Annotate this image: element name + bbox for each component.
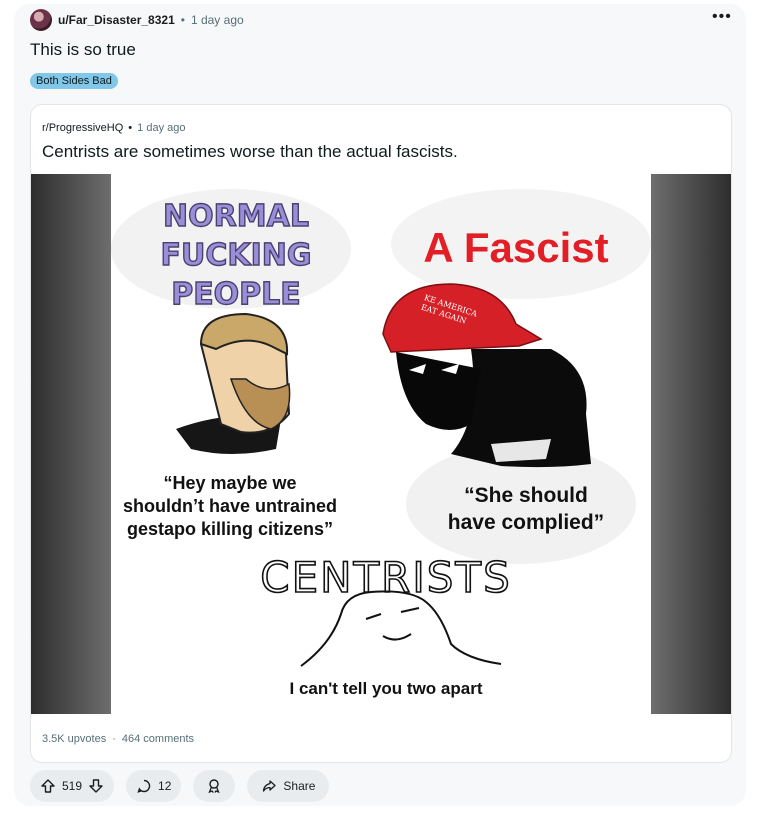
crosspost-time: 1 day ago <box>137 122 186 134</box>
more-options-icon[interactable]: ••• <box>712 8 732 26</box>
vote-count: 519 <box>62 779 83 793</box>
action-bar: 519 12 Share <box>30 770 330 802</box>
upvote-icon[interactable] <box>40 778 56 794</box>
right-quote-line-1: “She should <box>464 484 588 507</box>
post-time: 1 day ago <box>190 13 244 27</box>
avatar[interactable] <box>30 9 52 31</box>
share-label: Share <box>283 779 316 793</box>
comments-button[interactable]: 12 <box>126 770 182 802</box>
post-title[interactable]: This is so true <box>30 40 136 60</box>
left-heading-line-1: NORMAL <box>163 199 309 234</box>
author-link[interactable]: u/Far_Disaster_8321 <box>58 13 175 27</box>
left-heading-line-3: PEOPLE <box>171 277 301 312</box>
left-quote-line-3: gestapo killing citizens” <box>127 519 333 539</box>
crosspost-footer: 3.5K upvotes · 464 comments <box>42 733 194 745</box>
meta-separator: • <box>180 13 185 27</box>
meme-image: NORMAL FUCKING PEOPLE A Fascist KE AMERI… <box>31 174 731 714</box>
right-heading: A Fascist <box>423 224 608 271</box>
comment-count: 12 <box>158 779 172 793</box>
post-header: u/Far_Disaster_8321 • 1 day ago <box>30 8 244 32</box>
post-flair[interactable]: Both Sides Bad <box>30 73 118 89</box>
comment-icon <box>136 778 152 794</box>
crosspost-separator: • <box>128 122 133 134</box>
downvote-icon[interactable] <box>88 778 104 794</box>
crosspost-card[interactable]: r/ProgressiveHQ • 1 day ago Centrists ar… <box>30 104 732 763</box>
left-quote-line-2: shouldn’t have untrained <box>123 496 337 516</box>
crosspost-comments[interactable]: 464 comments <box>122 733 194 745</box>
post-image[interactable]: NORMAL FUCKING PEOPLE A Fascist KE AMERI… <box>31 174 731 714</box>
vote-group: 519 <box>30 770 115 802</box>
bottom-heading: CENTRISTS <box>260 553 511 602</box>
share-button[interactable]: Share <box>247 770 330 802</box>
share-icon <box>261 778 277 794</box>
crosspost-subreddit[interactable]: r/ProgressiveHQ <box>42 122 123 134</box>
left-heading-line-2: FUCKING <box>160 238 311 273</box>
award-button[interactable] <box>193 770 236 802</box>
crosspost-footer-separator: · <box>112 733 116 745</box>
bottom-caption: I can't tell you two apart <box>290 679 483 698</box>
right-quote-line-2: have complied” <box>448 511 604 534</box>
crosspost-upvotes: 3.5K upvotes <box>42 733 107 745</box>
left-quote-line-1: “Hey maybe we <box>163 473 296 493</box>
award-icon <box>206 778 222 794</box>
crosspost-title[interactable]: Centrists are sometimes worse than the a… <box>42 142 458 162</box>
crosspost-header: r/ProgressiveHQ • 1 day ago <box>42 122 185 134</box>
